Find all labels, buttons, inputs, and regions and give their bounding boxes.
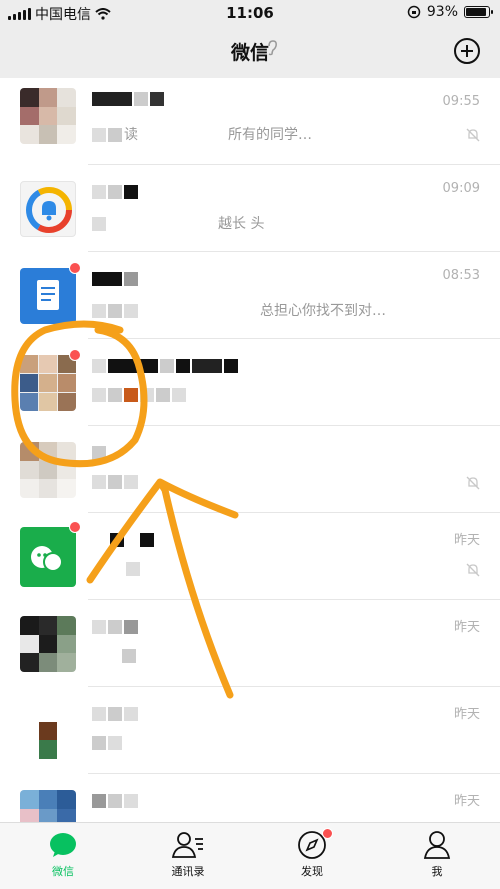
- avatar: [20, 88, 76, 144]
- chat-list: 读所有的同学… 09:55 越长 头 09:09 总担心你找不到对… 08:53…: [0, 78, 500, 822]
- mute-bell-icon: [466, 128, 480, 142]
- chat-time: 09:09: [442, 181, 480, 196]
- chat-name: [92, 529, 156, 548]
- person-icon: [423, 831, 451, 859]
- chat-name: [92, 442, 108, 461]
- chat-item[interactable]: 越长 头 09:09: [0, 165, 500, 252]
- tab-label: 发现: [301, 865, 323, 878]
- avatar: [20, 790, 76, 822]
- chat-time: 08:53: [442, 268, 480, 283]
- rotation-lock-icon: [407, 5, 421, 19]
- chat-time: 昨天: [453, 620, 480, 635]
- chat-name: [92, 268, 140, 287]
- chat-item[interactable]: 昨天: [0, 687, 500, 774]
- chat-name: [92, 181, 140, 200]
- chat-preview: 越长 头: [92, 213, 264, 233]
- chat-preview-fragment: 读: [124, 127, 138, 143]
- unread-dot: [69, 262, 81, 274]
- tab-discover[interactable]: 发现: [272, 829, 352, 879]
- chat-name: [92, 88, 166, 107]
- document-icon: [37, 280, 59, 310]
- chat-item[interactable]: 读所有的同学… 09:55: [0, 78, 500, 165]
- avatar: [20, 703, 76, 759]
- chat-name: [92, 790, 140, 809]
- chat-preview: [92, 561, 142, 577]
- chat-time: 09:55: [442, 94, 480, 109]
- chat-preview: 总担心你找不到对…: [92, 300, 386, 320]
- chat-item[interactable]: [0, 426, 500, 513]
- battery-icon: [464, 6, 493, 18]
- chat-time: 昨天: [453, 533, 480, 548]
- chat-name: [92, 616, 140, 635]
- discover-badge-dot: [322, 828, 333, 839]
- avatar: [20, 355, 76, 411]
- avatar: [20, 268, 76, 324]
- chat-preview: [92, 474, 140, 490]
- chat-time: 昨天: [453, 707, 480, 722]
- page-title: 微信: [230, 42, 269, 64]
- avatar: [20, 616, 76, 672]
- tab-bar: 微信 通讯录 发现 我: [0, 822, 500, 889]
- tab-label: 我: [431, 865, 443, 878]
- tab-contacts[interactable]: 通讯录: [148, 829, 228, 879]
- status-bar: 中国电信 11:06 93%: [0, 0, 500, 26]
- add-button[interactable]: [454, 38, 480, 64]
- ear-icon: [268, 40, 277, 56]
- battery-percent: 93%: [426, 4, 458, 20]
- chat-bubble-icon: [50, 833, 76, 857]
- avatar: [20, 527, 76, 587]
- contacts-icon: [171, 832, 203, 858]
- bell-logo-icon: [26, 187, 72, 233]
- chat-preview: [92, 387, 188, 403]
- tab-label: 微信: [52, 865, 74, 878]
- chat-preview: [92, 735, 124, 751]
- unread-dot: [69, 521, 81, 533]
- wechat-team-icon: [31, 546, 63, 572]
- avatar: [20, 181, 76, 237]
- tab-label: 通讯录: [171, 865, 205, 878]
- chat-preview: 读所有的同学…: [92, 124, 312, 144]
- chat-item[interactable]: [0, 339, 500, 426]
- chat-time: 昨天: [453, 794, 480, 809]
- tab-chats[interactable]: 微信: [23, 829, 103, 879]
- chat-preview: [92, 648, 138, 664]
- mute-bell-icon: [466, 476, 480, 490]
- chat-item[interactable]: 昨天: [0, 513, 500, 600]
- chat-item[interactable]: 总担心你找不到对… 08:53: [0, 252, 500, 339]
- status-right: 93%: [407, 4, 493, 20]
- tab-me[interactable]: 我: [397, 829, 477, 879]
- nav-bar: 微信: [0, 26, 500, 78]
- chat-name: [92, 703, 140, 722]
- unread-dot: [69, 349, 81, 361]
- mute-bell-icon: [466, 563, 480, 577]
- avatar: [20, 442, 76, 498]
- chat-item[interactable]: 昨天: [0, 600, 500, 687]
- chat-item[interactable]: 昨天: [0, 774, 500, 822]
- chat-name: [92, 355, 240, 374]
